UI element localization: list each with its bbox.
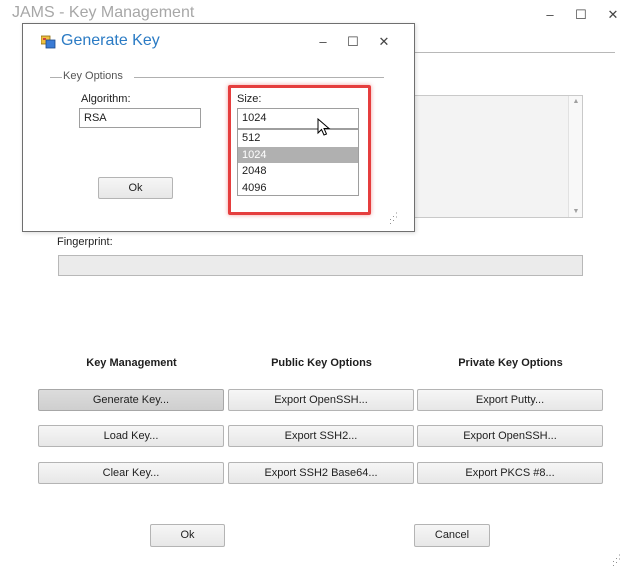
main-window-title: JAMS - Key Management (12, 4, 195, 21)
key-text-scrollbar[interactable]: ▲ ▼ (568, 96, 582, 217)
dialog-title: Generate Key (61, 32, 160, 49)
generate-key-dialog: Generate Key – ☐ ✕ Key Options Algorithm… (22, 23, 415, 232)
export-private-openssh-button[interactable]: Export OpenSSH... (417, 425, 603, 447)
dialog-close-button[interactable]: ✕ (374, 32, 394, 52)
size-highlight-box (228, 85, 371, 215)
clear-key-button[interactable]: Clear Key... (38, 462, 224, 484)
dialog-ok-button[interactable]: Ok (98, 177, 173, 199)
dialog-resize-grip-icon[interactable]: ⋰ ⋰ (389, 212, 398, 225)
key-management-heading: Key Management (86, 357, 177, 369)
scroll-down-icon[interactable]: ▼ (569, 208, 583, 215)
main-minimize-button[interactable]: – (540, 5, 560, 25)
main-ok-button[interactable]: Ok (150, 524, 225, 547)
mouse-cursor-icon (317, 118, 331, 136)
algorithm-label: Algorithm: (81, 93, 131, 105)
export-putty-button[interactable]: Export Putty... (417, 389, 603, 411)
dialog-maximize-button[interactable]: ☐ (343, 32, 363, 52)
resize-grip-icon[interactable]: ⋰ ⋰ (612, 554, 621, 567)
public-key-options-heading: Public Key Options (271, 357, 372, 369)
algorithm-field[interactable]: RSA (79, 108, 201, 128)
group-divider (414, 52, 615, 53)
export-pkcs8-button[interactable]: Export PKCS #8... (417, 462, 603, 484)
window-app-icon (41, 35, 56, 49)
generate-key-button[interactable]: Generate Key... (38, 389, 224, 411)
dialog-minimize-button[interactable]: – (313, 32, 333, 52)
main-close-button[interactable]: ✕ (603, 5, 623, 25)
group-line-right (134, 77, 384, 78)
key-text-area[interactable]: ▲ ▼ (414, 95, 583, 218)
group-line-left (50, 77, 62, 78)
key-options-group-label: Key Options (63, 70, 123, 82)
fingerprint-label: Fingerprint: (57, 236, 113, 248)
fingerprint-field[interactable] (58, 255, 583, 276)
scroll-up-icon[interactable]: ▲ (569, 98, 583, 105)
load-key-button[interactable]: Load Key... (38, 425, 224, 447)
export-ssh2-button[interactable]: Export SSH2... (228, 425, 414, 447)
export-public-openssh-button[interactable]: Export OpenSSH... (228, 389, 414, 411)
main-maximize-button[interactable]: ☐ (571, 5, 591, 25)
private-key-options-heading: Private Key Options (458, 357, 563, 369)
export-ssh2-base64-button[interactable]: Export SSH2 Base64... (228, 462, 414, 484)
main-cancel-button[interactable]: Cancel (414, 524, 490, 547)
